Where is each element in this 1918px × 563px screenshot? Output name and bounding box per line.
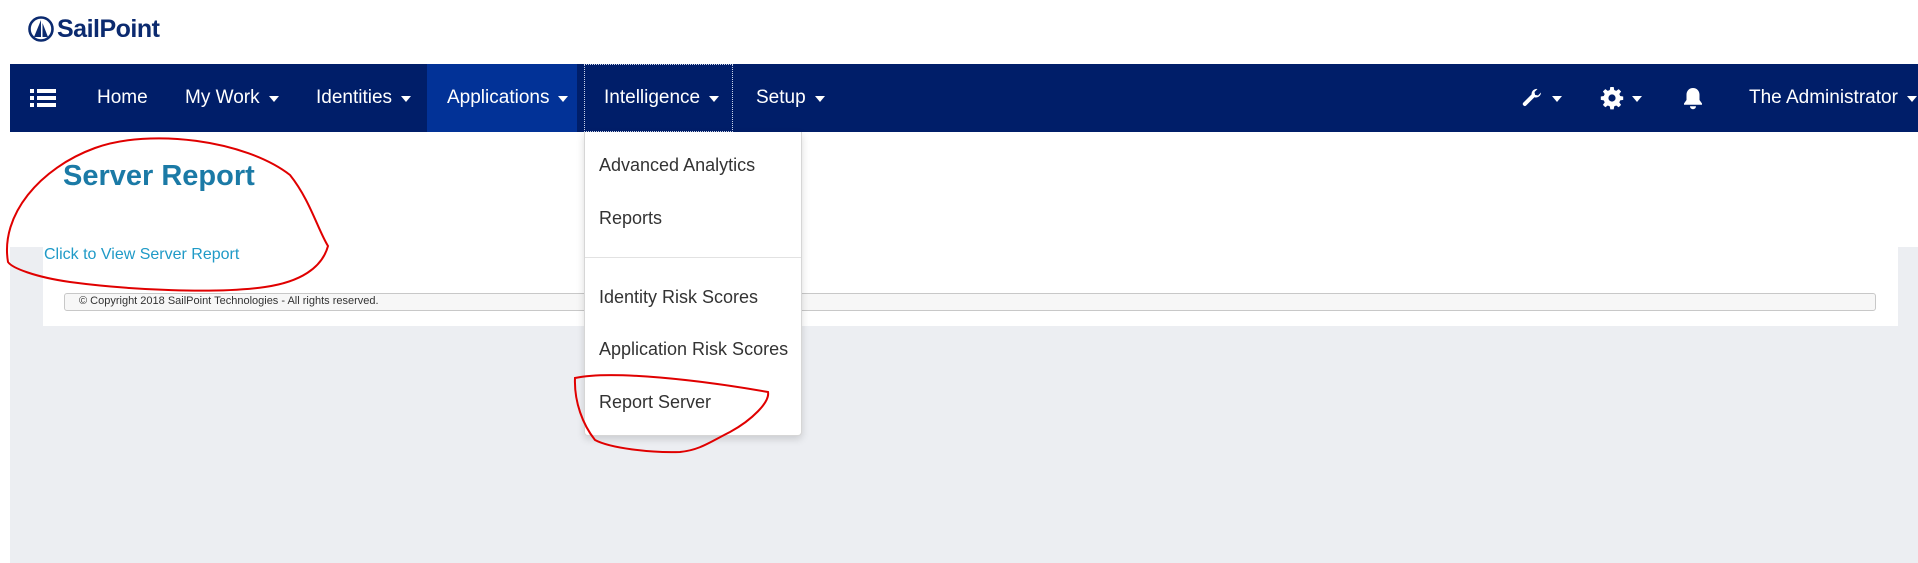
chevron-down-icon — [558, 96, 569, 102]
menu-item-application-risk-scores[interactable]: Application Risk Scores — [599, 339, 788, 360]
wrench-icon — [1522, 88, 1541, 106]
nav-applications[interactable]: Applications — [427, 64, 577, 132]
settings-menu-button[interactable] — [1600, 64, 1642, 132]
menu-item-report-server[interactable]: Report Server — [599, 392, 711, 413]
chevron-down-icon — [709, 96, 720, 102]
menu-item-identity-risk-scores[interactable]: Identity Risk Scores — [599, 287, 758, 308]
menu-icon[interactable] — [30, 88, 56, 108]
content-panel — [43, 247, 1898, 326]
gear-icon — [1600, 87, 1624, 110]
nav-my-work-label: My Work — [185, 87, 260, 108]
chevron-down-icon — [401, 96, 412, 102]
menu-divider — [585, 257, 801, 258]
user-name: The Administrator — [1749, 87, 1898, 108]
nav-home-label: Home — [97, 87, 148, 108]
nav-setup[interactable]: Setup — [736, 64, 825, 132]
menu-item-advanced-analytics[interactable]: Advanced Analytics — [599, 155, 755, 176]
chevron-down-icon — [1906, 96, 1917, 102]
bell-icon — [1684, 88, 1702, 110]
tools-menu-button[interactable] — [1520, 64, 1562, 132]
view-server-report-link[interactable]: Click to View Server Report — [44, 246, 239, 264]
menu-item-reports[interactable]: Reports — [599, 208, 662, 229]
chevron-down-icon — [1632, 96, 1642, 102]
main-navbar: Home My Work Identities Applications Int… — [10, 64, 1918, 132]
nav-identities-label: Identities — [316, 87, 393, 108]
nav-intelligence-label: Intelligence — [604, 87, 701, 108]
footer-bar: © Copyright 2018 SailPoint Technologies … — [64, 293, 1876, 311]
sailpoint-logo[interactable]: SailPoint — [28, 12, 160, 46]
user-menu[interactable]: The Administrator — [1729, 64, 1917, 132]
brand-name: SailPoint — [57, 14, 160, 43]
notifications-button[interactable] — [1682, 64, 1704, 132]
intelligence-dropdown-menu: Advanced Analytics Reports Identity Risk… — [584, 132, 802, 436]
page-title: Server Report — [63, 160, 255, 192]
nav-my-work[interactable]: My Work — [165, 64, 279, 132]
nav-intelligence[interactable]: Intelligence — [584, 64, 733, 132]
chevron-down-icon — [268, 96, 279, 102]
chevron-down-icon — [1552, 96, 1562, 102]
nav-applications-label: Applications — [447, 87, 550, 108]
nav-home[interactable]: Home — [77, 64, 148, 132]
nav-identities[interactable]: Identities — [296, 64, 412, 132]
sailpoint-logo-icon — [28, 16, 54, 42]
copyright-text: © Copyright 2018 SailPoint Technologies … — [79, 295, 379, 307]
nav-setup-label: Setup — [756, 87, 806, 108]
chevron-down-icon — [814, 96, 825, 102]
